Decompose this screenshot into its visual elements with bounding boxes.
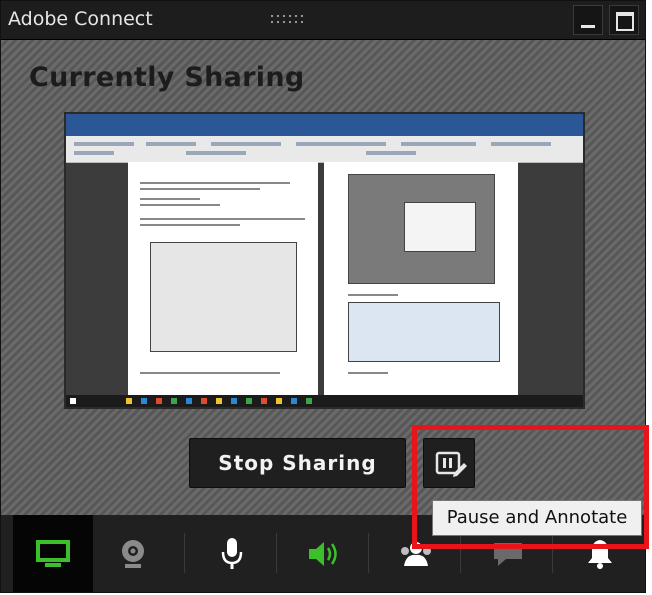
preview-ribbon [66,114,583,136]
window-title: Adobe Connect [8,8,153,30]
stop-sharing-button[interactable]: Stop Sharing [189,438,406,488]
microphone-icon [221,537,243,569]
share-screen-button[interactable] [13,515,93,592]
toolbar-separator [276,533,277,573]
minimize-button[interactable] [573,5,603,35]
webcam-icon [122,539,144,568]
share-screen-icon [36,539,70,567]
maximize-button[interactable] [609,5,639,35]
sharing-heading: Currently Sharing [29,62,305,93]
speaker-icon [309,541,337,566]
highlight-annotation-box [412,425,649,549]
preview-page-right [324,162,518,398]
toolbar-separator [184,533,185,573]
preview-toolbar [66,136,583,163]
toolbar-separator [368,533,369,573]
microphone-button[interactable] [192,515,272,592]
webcam-button[interactable] [93,515,173,592]
preview-taskbar [66,395,583,407]
drag-grip-icon[interactable] [269,13,303,27]
speaker-button[interactable] [284,515,364,592]
adobe-connect-window: Adobe Connect Currently Sharing Stop Sha… [0,0,649,593]
title-bar[interactable]: Adobe Connect [1,1,645,40]
screen-share-preview [64,112,585,409]
preview-page-left [128,162,318,398]
